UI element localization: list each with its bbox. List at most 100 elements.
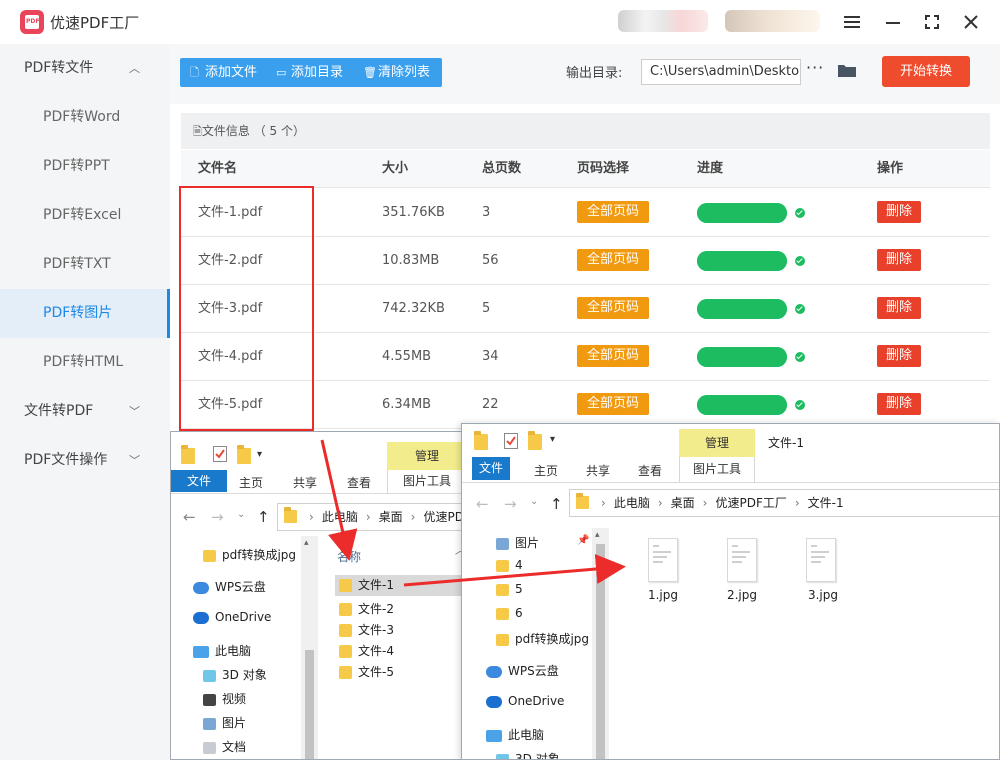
page-select-button[interactable]: 全部页码 — [577, 345, 649, 367]
ribbon-manage-tab[interactable]: 管理 — [387, 442, 464, 470]
address-bar[interactable]: › 此电脑 › 桌面 › 优速PDF工厂 › 文件-1 — [569, 489, 999, 517]
sidebar-item-pdf-to-excel[interactable]: PDF转Excel — [0, 191, 170, 240]
ribbon-file-tab[interactable]: 文件 — [472, 457, 510, 480]
sidebar-item-pdf-to-txt[interactable]: PDF转TXT — [0, 240, 170, 289]
breadcrumb-app-folder[interactable]: 优速PDF工厂 — [715, 496, 786, 510]
maximize-icon[interactable] — [920, 10, 944, 34]
new-folder-icon[interactable] — [237, 445, 251, 464]
delete-button[interactable]: 删除 — [877, 345, 921, 367]
ribbon-file-tab[interactable]: 文件 — [171, 470, 227, 492]
ribbon-home-tab[interactable]: 主页 — [231, 474, 271, 491]
scroll-up-icon[interactable]: ▴ — [595, 530, 600, 540]
nav-scrollbar[interactable]: ▴ — [301, 536, 318, 759]
add-directory-button[interactable]: ▭ 添加目录 — [276, 58, 343, 87]
nav-item-folder-4[interactable]: 4 — [496, 558, 523, 572]
nav-item-pictures[interactable]: 图片 — [496, 534, 539, 551]
address-bar[interactable]: › 此电脑 › 桌面 › 优速PDF工厂 — [277, 503, 464, 531]
recent-chevron-icon[interactable]: ⌄ — [530, 496, 538, 507]
sidebar-group-pdf-operations[interactable]: PDF文件操作 ﹀ — [0, 436, 170, 485]
recent-chevron-icon[interactable]: ⌄ — [237, 509, 245, 520]
delete-button[interactable]: 删除 — [877, 249, 921, 271]
clear-list-button[interactable]: 🗑清除列表 — [363, 58, 430, 87]
page-select-button[interactable]: 全部页码 — [577, 393, 649, 415]
nav-item-onedrive[interactable]: OneDrive — [486, 694, 564, 708]
nav-item-pictures[interactable]: 图片 — [203, 714, 246, 731]
folder-item-1[interactable]: 文件-1 — [335, 575, 464, 596]
quick-folder-icon[interactable] — [474, 431, 488, 450]
folder-item-3[interactable]: 文件-3 — [339, 621, 394, 638]
nav-item-pdf-to-jpg[interactable]: pdf转换成jpg — [203, 546, 296, 563]
new-folder-icon[interactable] — [528, 431, 542, 450]
nav-item-3d-objects[interactable]: 3D 对象 — [203, 666, 267, 683]
ribbon-picture-tools-tab[interactable]: 图片工具 — [387, 470, 464, 494]
sidebar-group-pdf-to-file[interactable]: PDF转文件 ︿ — [0, 44, 170, 93]
ribbon-manage-tab[interactable]: 管理 — [679, 429, 755, 457]
page-select-button[interactable]: 全部页码 — [577, 201, 649, 223]
folder-item-4[interactable]: 文件-4 — [339, 642, 394, 659]
nav-item-pdf-to-jpg[interactable]: pdf转换成jpg — [496, 630, 589, 647]
nav-item-wps-cloud[interactable]: WPS云盘 — [486, 662, 559, 679]
breadcrumb-app-folder[interactable]: 优速PDF工厂 — [423, 510, 464, 524]
properties-icon[interactable] — [213, 446, 227, 462]
jpg-label-2[interactable]: 2.jpg — [717, 588, 767, 602]
forward-arrow-icon[interactable]: → — [504, 495, 517, 513]
nav-item-folder-5[interactable]: 5 — [496, 582, 523, 596]
jpg-thumbnail-1[interactable] — [648, 538, 678, 582]
column-header-name[interactable]: 名称 — [337, 548, 361, 565]
breadcrumb-current-folder[interactable]: 文件-1 — [808, 496, 844, 510]
scroll-thumb[interactable] — [596, 544, 605, 759]
jpg-label-3[interactable]: 3.jpg — [798, 588, 848, 602]
up-arrow-icon[interactable]: ↑ — [257, 508, 270, 526]
nav-item-this-pc[interactable]: 此电脑 — [486, 726, 544, 743]
nav-item-onedrive[interactable]: OneDrive — [193, 610, 271, 624]
properties-icon[interactable] — [504, 433, 518, 449]
nav-item-folder-6[interactable]: 6 — [496, 606, 523, 620]
back-arrow-icon[interactable]: ← — [183, 508, 196, 526]
start-convert-button[interactable]: 开始转换 — [882, 56, 970, 87]
menu-icon[interactable] — [840, 10, 864, 34]
breadcrumb-this-pc[interactable]: 此电脑 — [614, 496, 650, 510]
ribbon-view-tab[interactable]: 查看 — [630, 462, 670, 479]
scroll-up-icon[interactable]: ▴ — [304, 538, 309, 548]
ribbon-share-tab[interactable]: 共享 — [578, 462, 618, 479]
minimize-icon[interactable] — [881, 10, 905, 34]
nav-item-this-pc[interactable]: 此电脑 — [193, 642, 251, 659]
jpg-label-1[interactable]: 1.jpg — [638, 588, 688, 602]
sidebar-item-pdf-to-word[interactable]: PDF转Word — [0, 93, 170, 142]
back-arrow-icon[interactable]: ← — [476, 495, 489, 513]
page-select-button[interactable]: 全部页码 — [577, 249, 649, 271]
customize-toolbar-icon[interactable]: ▾ — [257, 449, 262, 460]
folder-item-5[interactable]: 文件-5 — [339, 663, 394, 680]
ribbon-home-tab[interactable]: 主页 — [526, 462, 566, 479]
breadcrumb-desktop[interactable]: 桌面 — [671, 496, 695, 510]
nav-item-videos[interactable]: 视频 — [203, 690, 246, 707]
scroll-thumb[interactable] — [305, 650, 314, 759]
up-arrow-icon[interactable]: ↑ — [550, 495, 563, 513]
delete-button[interactable]: 删除 — [877, 297, 921, 319]
sidebar-item-pdf-to-ppt[interactable]: PDF转PPT — [0, 142, 170, 191]
folder-item-2[interactable]: 文件-2 — [339, 600, 394, 617]
close-icon[interactable] — [959, 10, 983, 34]
nav-scrollbar[interactable]: ▴ — [592, 528, 609, 759]
nav-item-3d-objects[interactable]: 3D 对象 — [496, 750, 560, 759]
more-button[interactable]: ··· — [806, 58, 824, 77]
add-file-button[interactable]: 🗋 添加文件 — [190, 58, 257, 87]
forward-arrow-icon[interactable]: → — [211, 508, 224, 526]
sidebar-group-file-to-pdf[interactable]: 文件转PDF ﹀ — [0, 387, 170, 436]
nav-item-wps-cloud[interactable]: WPS云盘 — [193, 578, 266, 595]
open-folder-icon[interactable] — [837, 62, 857, 77]
jpg-thumbnail-2[interactable] — [727, 538, 757, 582]
output-dir-input[interactable]: C:\Users\admin\Deskto — [641, 59, 801, 85]
quick-folder-icon[interactable] — [181, 445, 195, 464]
ribbon-view-tab[interactable]: 查看 — [339, 474, 379, 491]
ribbon-picture-tools-tab[interactable]: 图片工具 — [679, 457, 755, 483]
breadcrumb-desktop[interactable]: 桌面 — [379, 510, 403, 524]
sidebar-item-pdf-to-html[interactable]: PDF转HTML — [0, 338, 170, 387]
ribbon-share-tab[interactable]: 共享 — [285, 474, 325, 491]
breadcrumb-this-pc[interactable]: 此电脑 — [322, 510, 358, 524]
customize-toolbar-icon[interactable]: ▾ — [550, 434, 555, 445]
delete-button[interactable]: 删除 — [877, 393, 921, 415]
pin-icon[interactable]: 📌 — [577, 535, 589, 546]
page-select-button[interactable]: 全部页码 — [577, 297, 649, 319]
sidebar-item-pdf-to-image[interactable]: PDF转图片 — [0, 289, 170, 338]
